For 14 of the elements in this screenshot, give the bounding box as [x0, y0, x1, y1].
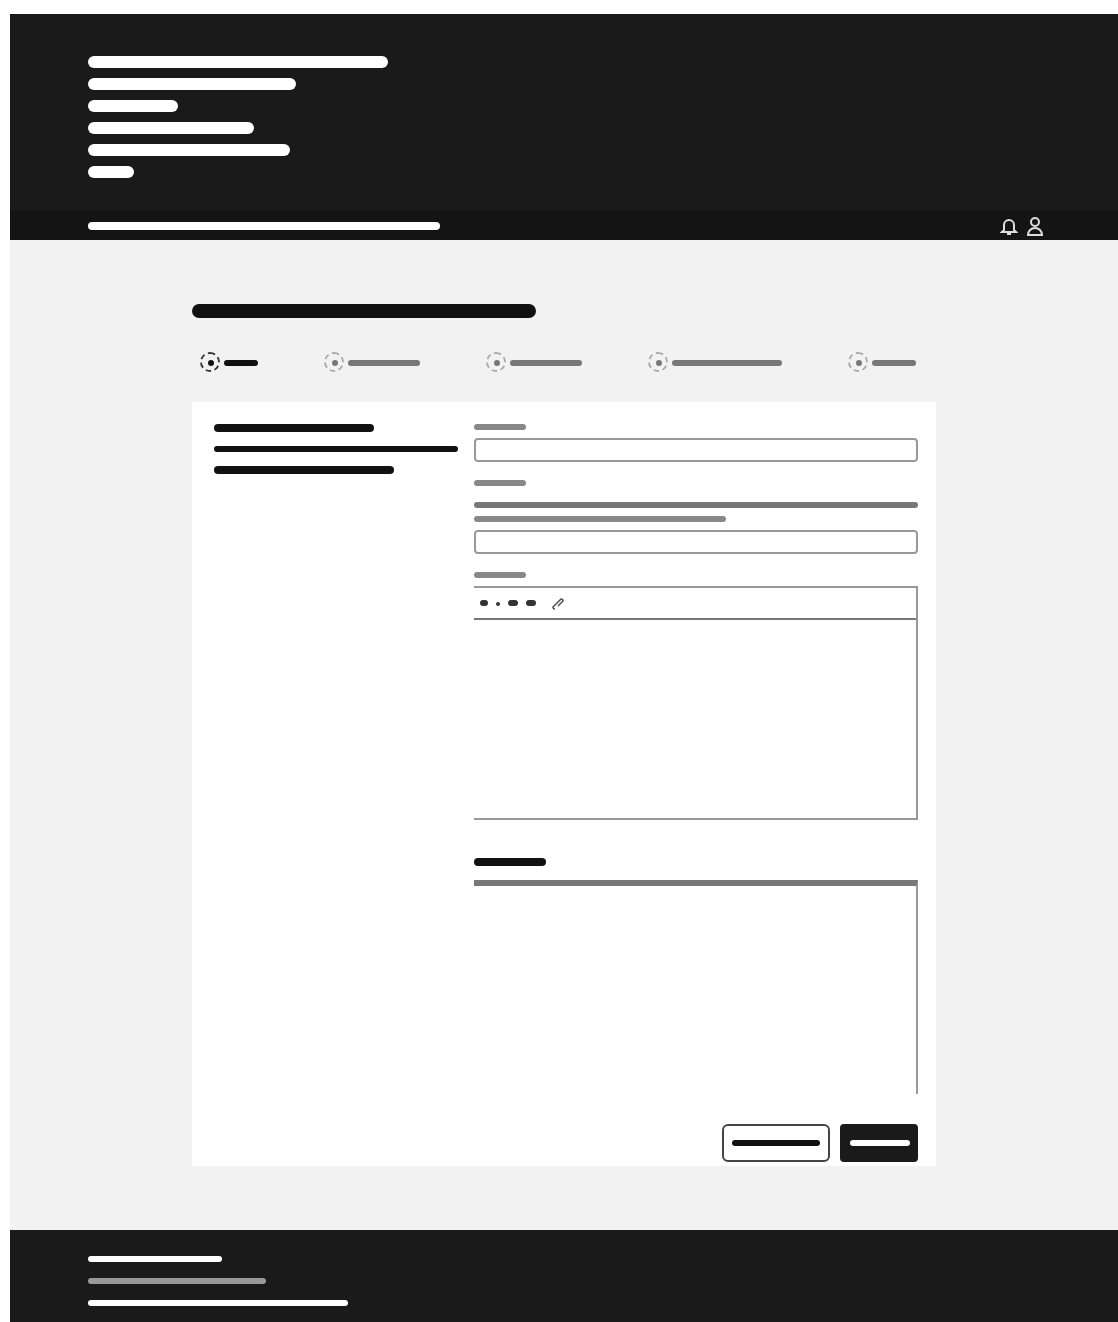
input-field[interactable] — [474, 530, 918, 554]
redacted-text — [88, 100, 178, 112]
submit-button[interactable] — [840, 1124, 918, 1162]
field-label — [474, 480, 526, 486]
bell-icon[interactable] — [1000, 215, 1018, 235]
input-field[interactable] — [474, 438, 918, 462]
redacted-text — [88, 166, 134, 178]
link-icon[interactable] — [550, 596, 564, 610]
field-label — [474, 424, 526, 430]
field-label — [474, 858, 546, 866]
secondary-button[interactable] — [722, 1124, 830, 1162]
user-icon[interactable] — [1026, 215, 1044, 235]
field-label — [474, 572, 526, 578]
step-tab[interactable] — [200, 352, 258, 372]
